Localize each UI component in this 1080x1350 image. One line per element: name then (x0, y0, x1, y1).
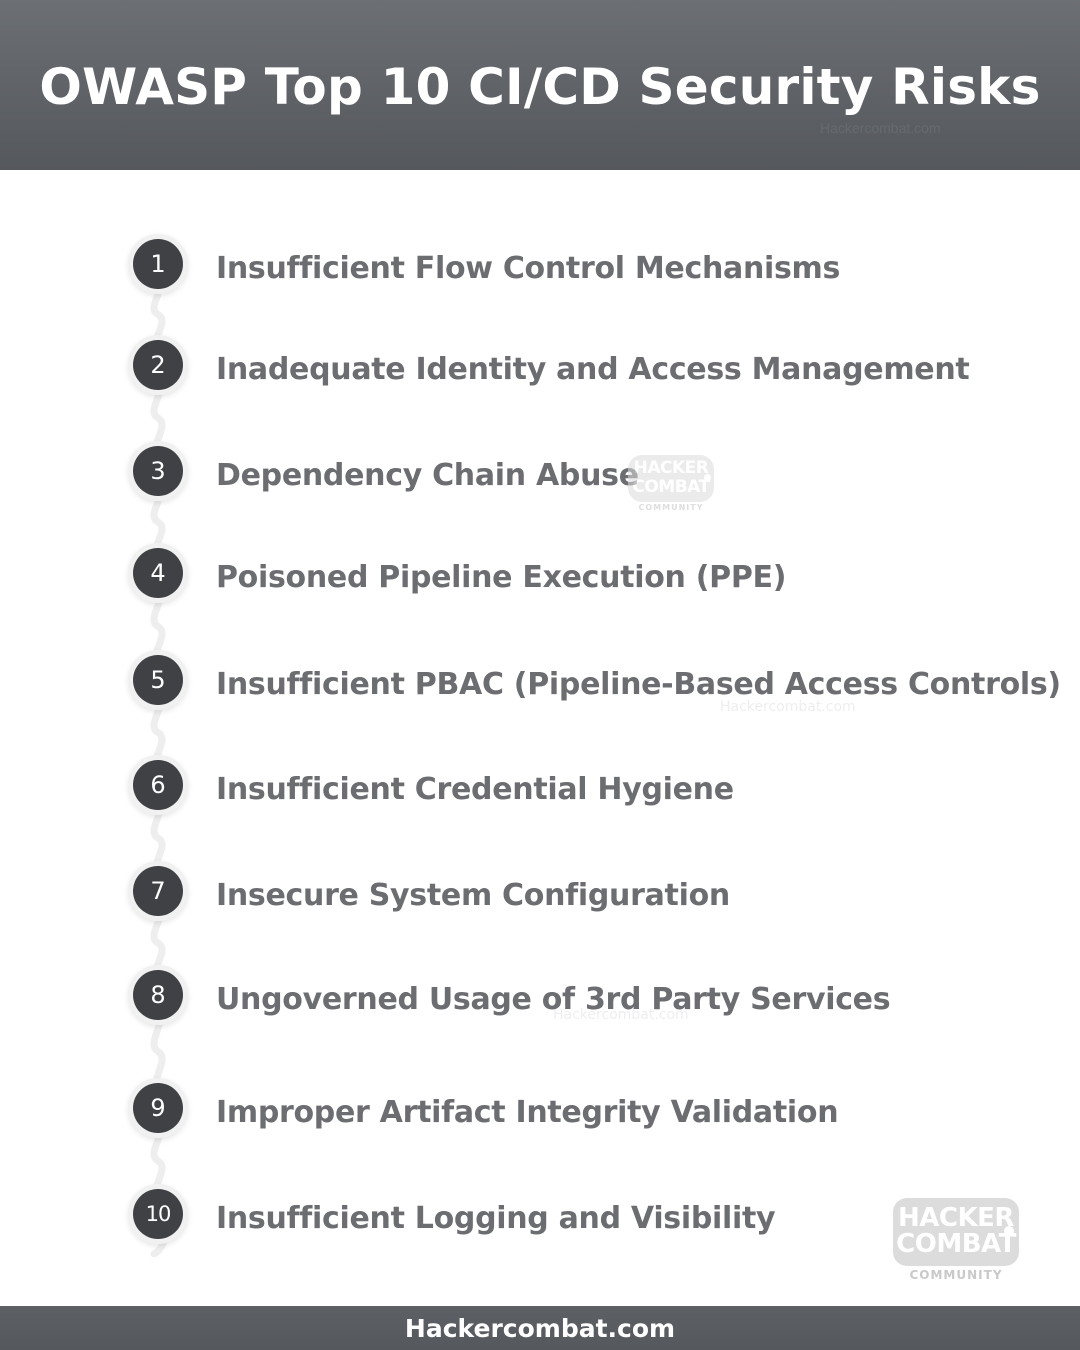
brand-logo-tagline: COMMUNITY (909, 1268, 1003, 1282)
logo-line-1: HACKER (633, 458, 709, 478)
risk-item-8: 8 Ungoverned Usage of 3rd Party Services (0, 966, 1080, 1026)
risk-item-4: 4 Poisoned Pipeline Execution (PPE) (0, 544, 1080, 604)
risk-number-badge: 10 (133, 1189, 183, 1239)
risk-label: Improper Artifact Integrity Validation (216, 1095, 839, 1130)
risk-label: Insufficient Logging and Visibility (216, 1201, 776, 1236)
risk-label: Inadequate Identity and Access Managemen… (216, 352, 970, 387)
logo-line-2: COMBAT (632, 477, 710, 497)
risk-item-9: 9 Improper Artifact Integrity Validation (0, 1079, 1080, 1139)
brand-logo: HACKER COMBAT (893, 1198, 1019, 1266)
footer-site-link[interactable]: Hackercombat.com (0, 1314, 1080, 1343)
watermark-text: Hackercombat.com (553, 1007, 689, 1023)
risk-number-badge: 5 (133, 655, 183, 705)
risk-label: Insufficient Flow Control Mechanisms (216, 251, 841, 286)
risk-label: Dependency Chain Abuse (216, 458, 639, 493)
logo-dot (704, 474, 711, 481)
risk-item-5: 5 Insufficient PBAC (Pipeline-Based Acce… (0, 651, 1080, 711)
logo-line-2: COMBAT (896, 1229, 1016, 1259)
risk-number-badge: 4 (133, 548, 183, 598)
risk-number-badge: 9 (133, 1083, 183, 1133)
risk-number-badge: 7 (133, 866, 183, 916)
watermark-logo: HACKER COMBAT (628, 455, 714, 502)
risk-item-3: 3 Dependency Chain Abuse (0, 442, 1080, 502)
watermark-text: Hackercombat.com (720, 699, 856, 715)
watermark-logo-tagline: COMMUNITY (638, 503, 704, 512)
risk-list: 1 Insufficient Flow Control Mechanisms 2… (0, 0, 1080, 1300)
risk-item-6: 6 Insufficient Credential Hygiene (0, 756, 1080, 816)
risk-label: Poisoned Pipeline Execution (PPE) (216, 560, 787, 595)
risk-number-badge: 8 (133, 970, 183, 1020)
risk-label: Insufficient PBAC (Pipeline-Based Access… (216, 667, 1061, 702)
risk-item-2: 2 Inadequate Identity and Access Managem… (0, 336, 1080, 396)
risk-item-1: 1 Insufficient Flow Control Mechanisms (0, 235, 1080, 295)
footer-banner: Hackercombat.com (0, 1306, 1080, 1350)
risk-label: Insufficient Credential Hygiene (216, 772, 734, 807)
risk-number-badge: 1 (133, 239, 183, 289)
risk-number-badge: 6 (133, 760, 183, 810)
risk-number-badge: 3 (133, 446, 183, 496)
risk-label: Insecure System Configuration (216, 878, 730, 913)
logo-dot (1004, 1226, 1014, 1236)
risk-number-badge: 2 (133, 340, 183, 390)
risk-item-7: 7 Insecure System Configuration (0, 862, 1080, 922)
